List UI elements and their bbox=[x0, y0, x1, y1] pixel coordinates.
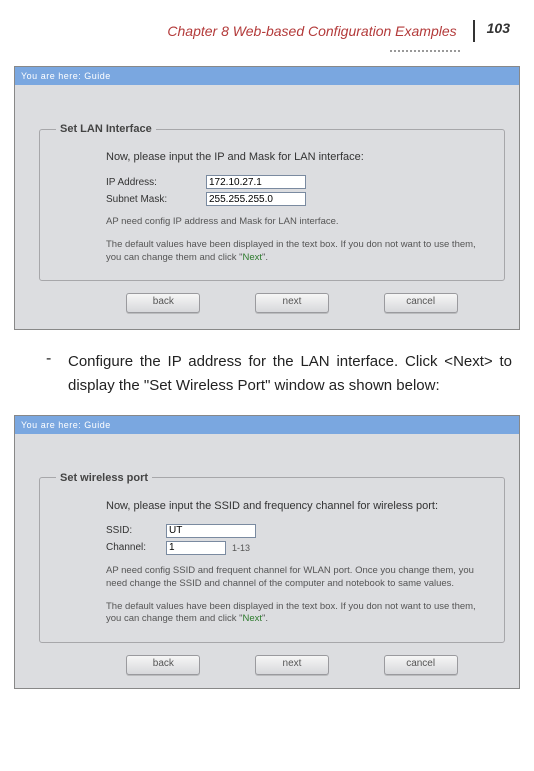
subnet-mask-input[interactable] bbox=[206, 192, 306, 206]
subnet-mask-label: Subnet Mask: bbox=[106, 194, 206, 205]
note-default: The default values have been displayed i… bbox=[106, 601, 488, 627]
cancel-button[interactable]: cancel bbox=[384, 293, 458, 313]
ssid-input[interactable] bbox=[166, 524, 256, 538]
body-text: Configure the IP address for the LAN int… bbox=[68, 350, 512, 397]
next-hint: Next bbox=[242, 613, 262, 624]
next-button[interactable]: next bbox=[255, 293, 329, 313]
page-number: 103 bbox=[473, 20, 510, 42]
header-divider bbox=[14, 46, 520, 52]
back-button[interactable]: back bbox=[126, 655, 200, 675]
ip-address-input[interactable] bbox=[206, 175, 306, 189]
window-titlebar: You are here: Guide bbox=[15, 67, 519, 85]
chapter-title: Chapter 8 Web-based Configuration Exampl… bbox=[167, 23, 456, 39]
ssid-label: SSID: bbox=[106, 525, 166, 536]
fieldset-legend: Set LAN Interface bbox=[56, 123, 156, 135]
screenshot-lan-interface: You are here: Guide Set LAN Interface No… bbox=[14, 66, 520, 330]
channel-input[interactable] bbox=[166, 541, 226, 555]
ip-address-label: IP Address: bbox=[106, 177, 206, 188]
fieldset-wireless: Set wireless port Now, please input the … bbox=[39, 472, 505, 643]
next-button[interactable]: next bbox=[255, 655, 329, 675]
fieldset-legend: Set wireless port bbox=[56, 472, 152, 484]
next-hint: Next bbox=[242, 252, 262, 263]
note-ap: AP need config SSID and frequent channel… bbox=[106, 565, 488, 591]
intro-text: Now, please input the IP and Mask for LA… bbox=[106, 151, 488, 163]
note-ap: AP need config IP address and Mask for L… bbox=[106, 216, 488, 229]
window-titlebar: You are here: Guide bbox=[15, 416, 519, 434]
back-button[interactable]: back bbox=[126, 293, 200, 313]
bullet-dash: - bbox=[46, 350, 51, 368]
page-header: Chapter 8 Web-based Configuration Exampl… bbox=[14, 20, 520, 42]
fieldset-lan: Set LAN Interface Now, please input the … bbox=[39, 123, 505, 281]
channel-range: 1-13 bbox=[232, 543, 250, 553]
note-default: The default values have been displayed i… bbox=[106, 239, 488, 265]
intro-text: Now, please input the SSID and frequency… bbox=[106, 500, 488, 512]
channel-label: Channel: bbox=[106, 542, 166, 553]
cancel-button[interactable]: cancel bbox=[384, 655, 458, 675]
screenshot-wireless-port: You are here: Guide Set wireless port No… bbox=[14, 415, 520, 689]
body-paragraph: - Configure the IP address for the LAN i… bbox=[68, 350, 512, 397]
